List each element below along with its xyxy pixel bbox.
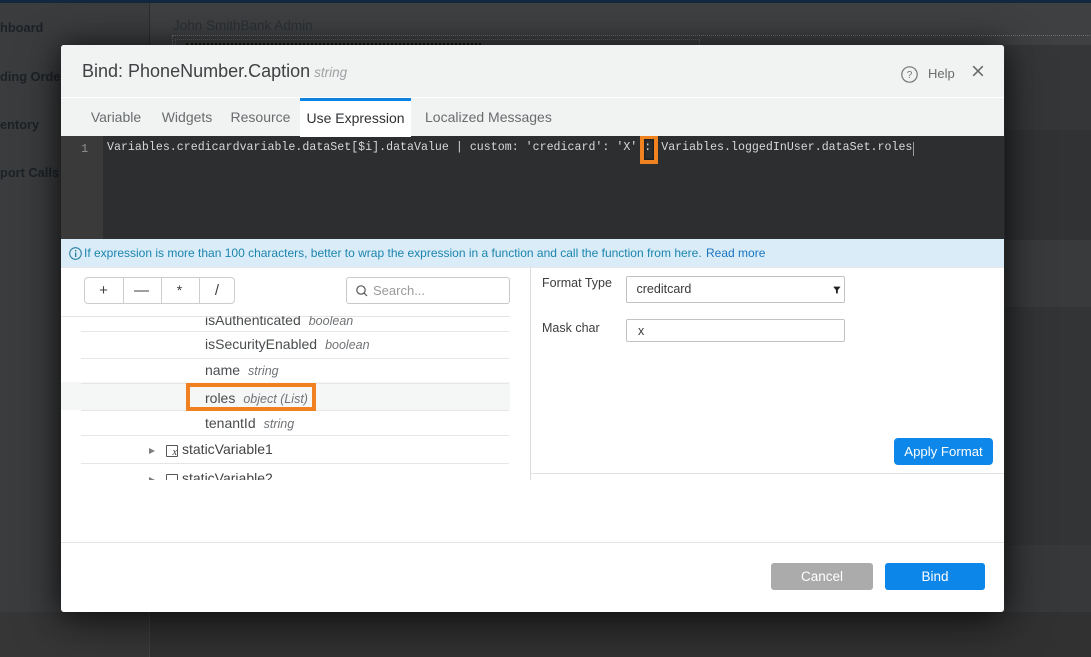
svg-text:?: ?: [907, 70, 913, 81]
